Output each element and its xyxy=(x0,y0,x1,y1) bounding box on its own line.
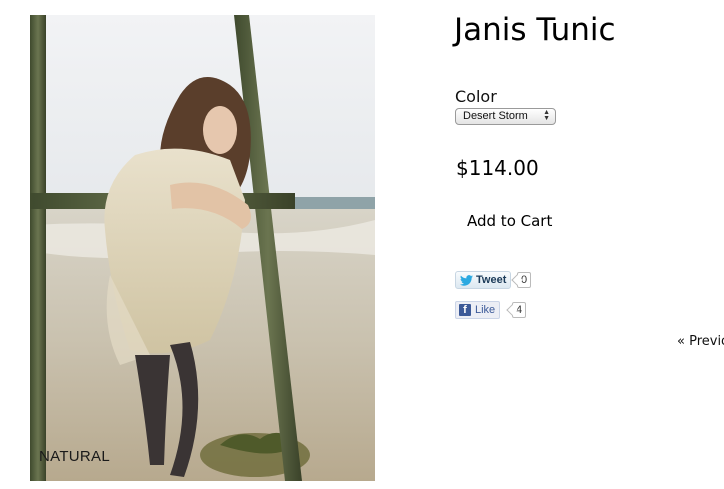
previous-link[interactable]: « Previous xyxy=(677,334,724,349)
color-select-value: Desert Storm xyxy=(463,110,528,122)
color-select[interactable]: Desert Storm ▲ ▼ xyxy=(455,108,556,125)
product-price: $114.00 xyxy=(456,156,539,180)
product-photo: NATURAL xyxy=(30,15,375,481)
like-count: 4 xyxy=(512,302,527,318)
tweet-count: 0 xyxy=(517,272,532,288)
product-title: Janis Tunic xyxy=(454,12,616,48)
facebook-icon: f xyxy=(459,304,471,316)
add-to-cart-button[interactable]: Add to Cart xyxy=(467,212,552,230)
like-label: Like xyxy=(475,304,496,316)
select-arrows-icon: ▲ ▼ xyxy=(543,109,550,122)
facebook-like-button[interactable]: f Like xyxy=(455,301,501,319)
model-beach-image xyxy=(30,15,375,481)
tweet-label: Tweet xyxy=(476,274,507,286)
tweet-button[interactable]: Tweet xyxy=(455,271,512,289)
twitter-bird-icon xyxy=(460,274,473,286)
image-caption: NATURAL xyxy=(39,448,110,465)
color-label: Color xyxy=(455,87,497,106)
